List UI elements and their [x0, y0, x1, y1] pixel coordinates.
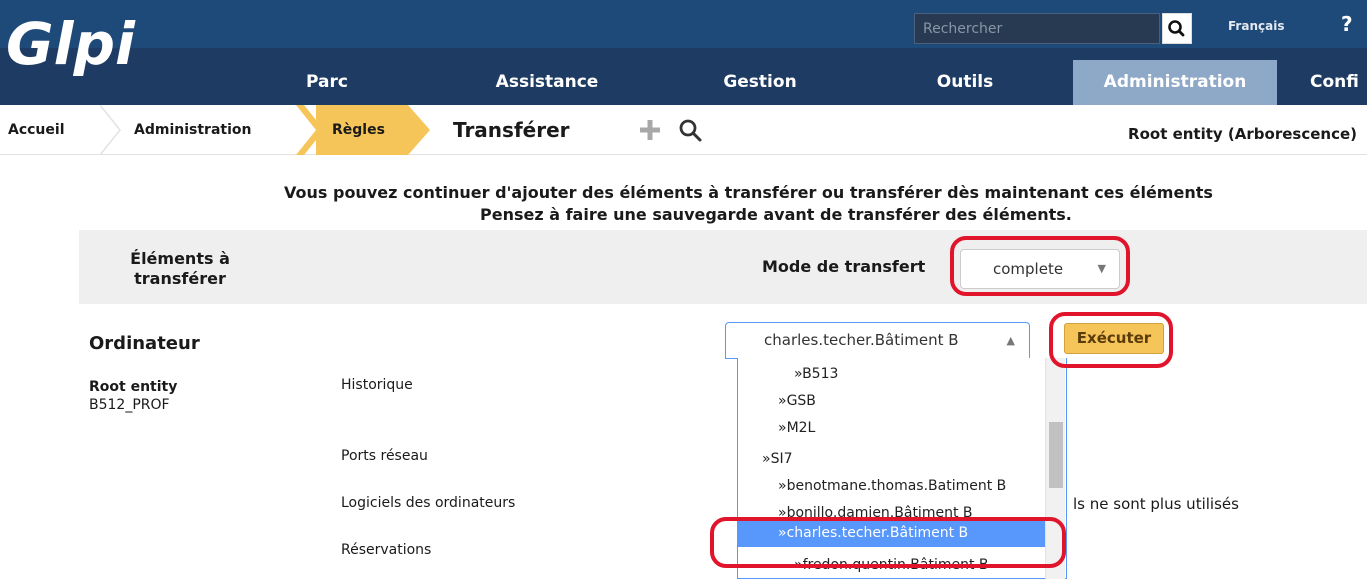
menu-outils[interactable]: Outils [910, 60, 1020, 105]
dropdown-scrollbar[interactable] [1045, 358, 1065, 579]
menu-gestion[interactable]: Gestion [700, 60, 820, 105]
option-label-reservations: Réservations [341, 542, 432, 558]
search-input[interactable] [914, 13, 1160, 44]
help-icon[interactable]: ? [1341, 12, 1353, 36]
dropdown-option[interactable]: »SI7 [738, 446, 1046, 473]
dropdown-option[interactable]: »fredon.quentin.Bâtiment B [738, 554, 1046, 578]
option-label-software: Logiciels des ordinateurs [341, 495, 516, 511]
menu-parc[interactable]: Parc [268, 60, 386, 105]
option-label-network-ports: Ports réseau [341, 448, 428, 464]
glpi-logo[interactable]: Glpi [2, 4, 152, 99]
scrollbar-thumb[interactable] [1049, 422, 1063, 488]
transfer-mode-value: complete [993, 260, 1064, 278]
dropdown-option[interactable]: »B513 [738, 361, 1046, 388]
breadcrumb-rules[interactable]: Règles [316, 105, 408, 155]
dropdown-option[interactable]: »benotmane.thomas.Batiment B [738, 473, 1046, 500]
column-header-line: transférer [134, 269, 226, 288]
dropdown-option[interactable]: »bonillo.damien.Bâtiment B [738, 499, 1046, 519]
breadcrumb-administration[interactable]: Administration [134, 105, 304, 155]
menu-administration[interactable]: Administration [1073, 60, 1277, 105]
transfer-mode-label: Mode de transfert [762, 257, 926, 276]
entity-select-value: charles.techer.Bâtiment B [764, 331, 959, 349]
info-message-backup: Pensez à faire une sauvegarde avant de t… [480, 205, 1072, 224]
column-header-line: Éléments à [130, 249, 230, 268]
search-icon [1168, 20, 1185, 37]
dropdown-option-selected[interactable]: »charles.techer.Bâtiment B [738, 520, 1046, 547]
execute-button[interactable]: Exécuter [1064, 323, 1164, 354]
transfer-panel [79, 230, 1367, 579]
item-type-title: Ordinateur [89, 333, 200, 354]
chevron-down-icon: ▼ [1097, 262, 1106, 275]
breadcrumb-separator-icon [100, 105, 121, 155]
column-header-elements: Éléments à transférer [115, 249, 245, 288]
table-header [79, 230, 1367, 304]
menu-configuration[interactable]: Confi [1310, 60, 1367, 105]
option-label-history: Historique [341, 377, 413, 393]
breadcrumb: Accueil Administration Règles Transférer… [0, 105, 1367, 155]
add-icon[interactable] [638, 118, 662, 142]
entity-dropdown-list[interactable]: »B513 »GSB »M2L »SI7 »benotmane.thomas.B… [737, 358, 1067, 579]
item-name: B512_PROF [89, 397, 170, 413]
entity-select[interactable]: charles.techer.Bâtiment B ▲ [725, 322, 1030, 359]
dropdown-option[interactable]: »GSB [738, 388, 1046, 415]
breadcrumb-active-arrow [408, 105, 430, 155]
transfer-mode-select[interactable]: complete ▼ [960, 249, 1120, 289]
dropdown-option[interactable]: »M2L [738, 415, 1046, 442]
menu-assistance[interactable]: Assistance [472, 60, 622, 105]
svg-text:Glpi: Glpi [6, 10, 136, 78]
chevron-up-icon: ▲ [1006, 334, 1015, 347]
search-icon[interactable] [677, 117, 703, 143]
info-message-continue: Vous pouvez continuer d'ajouter des élém… [284, 183, 1213, 202]
page-title[interactable]: Transférer [453, 105, 570, 155]
item-entity: Root entity [89, 379, 178, 395]
search-button[interactable] [1162, 13, 1192, 44]
active-entity[interactable]: Root entity (Arborescence) [1128, 105, 1357, 155]
breadcrumb-home[interactable]: Accueil [0, 105, 100, 155]
header: Glpi Français ? Parc Assistance Gestion … [0, 0, 1367, 105]
software-option-text: ls ne sont plus utilisés [1073, 495, 1239, 513]
language-selector[interactable]: Français [1228, 19, 1284, 33]
